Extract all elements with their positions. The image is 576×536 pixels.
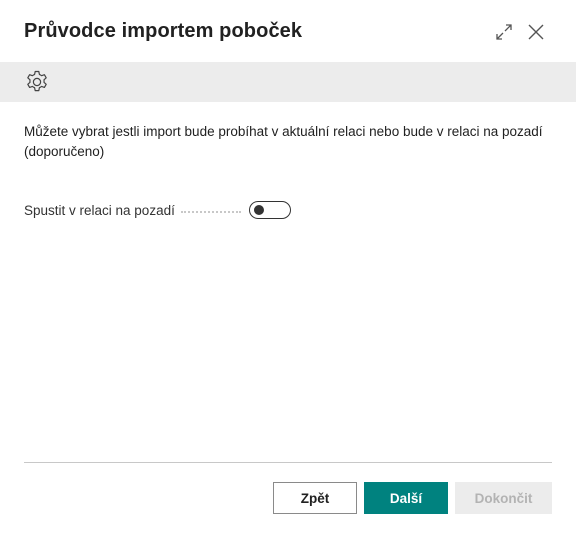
toggle-knob — [253, 205, 264, 215]
settings-button[interactable] — [23, 69, 51, 95]
gear-icon — [27, 70, 47, 92]
action-toolbar — [0, 62, 576, 102]
finish-button: Dokončit — [455, 482, 552, 514]
close-button[interactable] — [524, 20, 548, 44]
import-wizard-dialog: Průvodce importem poboček Můžete vybrat … — [0, 0, 576, 536]
instruction-text: Můžete vybrat jestli import bude probíha… — [24, 124, 543, 159]
background-session-field: Spustit v relaci na pozadí — [24, 200, 291, 220]
back-button[interactable]: Zpět — [273, 482, 357, 514]
next-button[interactable]: Další — [364, 482, 448, 514]
close-icon — [528, 24, 544, 40]
background-session-toggle[interactable] — [248, 201, 291, 219]
expand-icon — [496, 24, 512, 40]
footer-divider — [24, 462, 552, 463]
field-leader-dots — [180, 211, 241, 213]
dialog-title: Průvodce importem poboček — [24, 20, 303, 42]
background-session-label: Spustit v relaci na pozadí — [24, 202, 175, 218]
expand-button[interactable] — [492, 20, 516, 44]
